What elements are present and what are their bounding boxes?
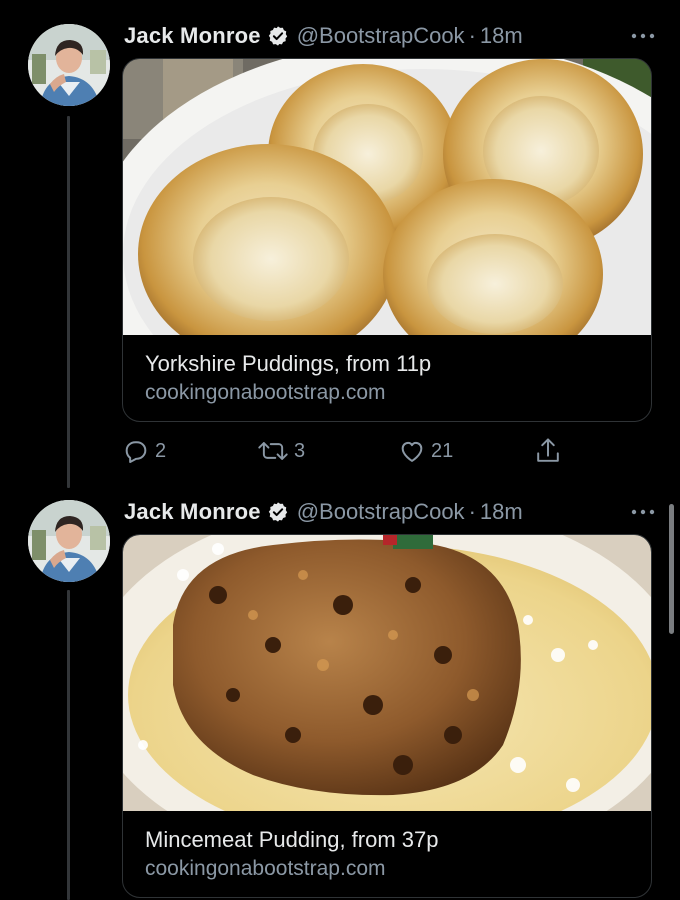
verified-badge-icon bbox=[267, 501, 289, 523]
card-domain: cookingonabootstrap.com bbox=[145, 857, 386, 880]
card-image bbox=[123, 59, 651, 335]
author-name[interactable]: Jack Monroe bbox=[124, 499, 261, 525]
tweet-timestamp[interactable]: 18m bbox=[480, 499, 523, 525]
tweet-actions: 2 3 21 bbox=[122, 435, 642, 467]
card-info: Mincemeat Pudding, from 37p cookingonabo… bbox=[123, 811, 651, 897]
avatar-image bbox=[28, 500, 110, 582]
avatar-image bbox=[28, 24, 110, 106]
retweet-button[interactable]: 3 bbox=[257, 435, 305, 467]
reply-count: 2 bbox=[155, 439, 167, 462]
separator-dot: · bbox=[468, 499, 476, 524]
separator-dot: · bbox=[468, 23, 476, 48]
tweet[interactable]: Jack Monroe @BootstrapCook · 18m bbox=[0, 476, 680, 900]
retweet-count: 3 bbox=[294, 439, 306, 462]
verified-badge-icon bbox=[267, 25, 289, 47]
retweet-icon bbox=[257, 437, 289, 465]
author-handle[interactable]: @BootstrapCook bbox=[297, 23, 465, 49]
tweet[interactable]: Jack Monroe @BootstrapCook · 18m bbox=[0, 0, 680, 480]
card-title: Yorkshire Puddings, from 11p bbox=[145, 351, 432, 376]
link-preview-card[interactable]: Yorkshire Puddings, from 11p cookingonab… bbox=[122, 58, 652, 422]
more-options-icon[interactable] bbox=[628, 504, 658, 520]
tweet-header: Jack Monroe @BootstrapCook · 18m bbox=[124, 22, 523, 50]
card-info: Yorkshire Puddings, from 11p cookingonab… bbox=[123, 335, 651, 421]
share-icon bbox=[534, 436, 562, 466]
like-count: 21 bbox=[431, 439, 454, 462]
avatar[interactable] bbox=[28, 500, 110, 582]
card-image bbox=[123, 535, 651, 811]
link-preview-card[interactable]: Mincemeat Pudding, from 37p cookingonabo… bbox=[122, 534, 652, 898]
more-options-icon[interactable] bbox=[628, 28, 658, 44]
tweet-timestamp[interactable]: 18m bbox=[480, 23, 523, 49]
card-title: Mincemeat Pudding, from 37p bbox=[145, 827, 439, 852]
reply-button[interactable]: 2 bbox=[122, 435, 166, 467]
tweet-header: Jack Monroe @BootstrapCook · 18m bbox=[124, 498, 523, 526]
share-button[interactable] bbox=[534, 435, 562, 467]
author-handle[interactable]: @BootstrapCook bbox=[297, 499, 465, 525]
card-domain: cookingonabootstrap.com bbox=[145, 381, 386, 404]
heart-icon bbox=[398, 437, 426, 465]
avatar[interactable] bbox=[28, 24, 110, 106]
like-button[interactable]: 21 bbox=[398, 435, 453, 467]
scrollbar-thumb[interactable] bbox=[669, 504, 674, 634]
reply-icon bbox=[122, 437, 150, 465]
author-name[interactable]: Jack Monroe bbox=[124, 23, 261, 49]
